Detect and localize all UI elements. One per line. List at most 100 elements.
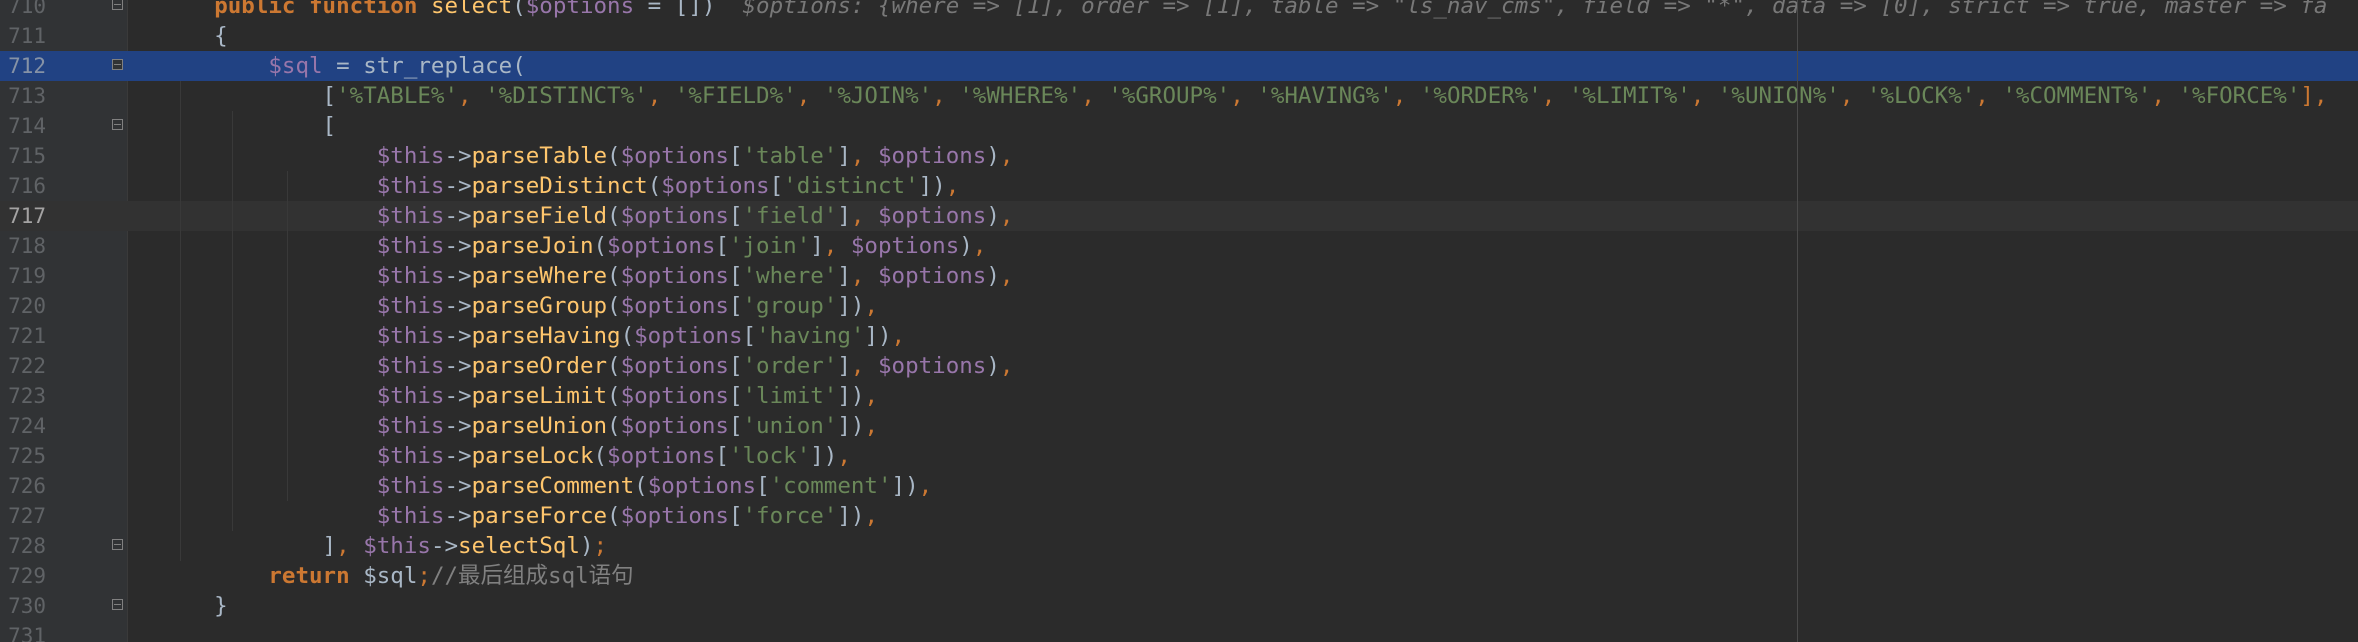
code-token: ], — [2300, 83, 2328, 109]
code-token: parseGroup — [471, 293, 608, 319]
code-token: [ — [715, 443, 729, 469]
fold-marker-icon[interactable] — [112, 119, 123, 130]
code-token: -> — [444, 263, 472, 289]
code-token: $this — [376, 473, 445, 499]
code-token: , — [918, 473, 933, 499]
code-token: , — [850, 143, 878, 169]
code-token: ]) — [837, 293, 865, 319]
code-line-713[interactable]: 713 ['%TABLE%', '%DISTINCT%', '%FIELD%',… — [0, 81, 2358, 111]
line-number: 714 — [8, 114, 46, 138]
code-line-730[interactable]: 730 } — [0, 591, 2358, 621]
code-token: , — [864, 293, 878, 319]
code-text: { — [160, 21, 228, 51]
code-token: 'having' — [756, 323, 865, 349]
code-line-724[interactable]: 724 $this->parseUnion($options['union'])… — [0, 411, 2358, 441]
code-token: ( — [607, 263, 621, 289]
line-number: 710 — [8, 0, 46, 18]
code-text: $this->parseUnion($options['union']), — [160, 411, 878, 441]
code-token: ; — [593, 533, 608, 559]
code-line-725[interactable]: 725 $this->parseLock($options['lock']), — [0, 441, 2358, 471]
code-token: $this — [376, 143, 445, 169]
code-text: $this->parseLimit($options['limit']), — [160, 381, 878, 411]
code-line-714[interactable]: 714 [ — [0, 111, 2358, 141]
code-line-718[interactable]: 718 $this->parseJoin($options['join'], $… — [0, 231, 2358, 261]
line-number: 722 — [8, 354, 46, 378]
code-token: 'field' — [742, 203, 838, 229]
code-line-722[interactable]: 722 $this->parseOrder($options['order'],… — [0, 351, 2358, 381]
code-token: -> — [444, 473, 472, 499]
fold-marker-icon[interactable] — [112, 0, 123, 10]
code-text: ['%TABLE%', '%DISTINCT%', '%FIELD%', '%J… — [160, 81, 2328, 111]
code-token: -> — [444, 323, 472, 349]
code-line-715[interactable]: 715 $this->parseTable($options['table'],… — [0, 141, 2358, 171]
code-text: $this->parseLock($options['lock']), — [160, 441, 851, 471]
code-token: [ — [715, 233, 729, 259]
code-token: 'limit' — [742, 383, 838, 409]
code-token: $options — [620, 503, 729, 529]
code-token: ) — [959, 233, 973, 259]
indent-guide — [232, 111, 233, 531]
code-text: $this->parseField($options['field'], $op… — [160, 201, 1014, 231]
code-line-716[interactable]: 716 $this->parseDistinct($options['disti… — [0, 171, 2358, 201]
code-token: $options — [607, 233, 716, 259]
code-line-723[interactable]: 723 $this->parseLimit($options['limit'])… — [0, 381, 2358, 411]
code-line-710[interactable]: 710 public function select($options = []… — [0, 0, 2358, 21]
code-token: ]) — [810, 443, 838, 469]
line-number: 728 — [8, 534, 46, 558]
code-token: 'distinct' — [783, 173, 919, 199]
code-text: [ — [160, 111, 337, 141]
code-token: $options — [877, 203, 987, 229]
code-line-726[interactable]: 726 $this->parseComment($options['commen… — [0, 471, 2358, 501]
code-token: [ — [728, 293, 743, 319]
code-token: $options — [850, 233, 960, 259]
code-token: ( — [634, 473, 648, 499]
code-token: $this — [376, 323, 445, 349]
code-text: $this->parseGroup($options['group']), — [160, 291, 878, 321]
code-token: parseComment — [471, 473, 635, 499]
code-token: 'lock' — [728, 443, 811, 469]
code-line-728[interactable]: 728 ], $this->selectSql); — [0, 531, 2358, 561]
code-text: $this->parseHaving($options['having']), — [160, 321, 905, 351]
code-line-711[interactable]: 711 { — [0, 21, 2358, 51]
code-line-727[interactable]: 727 $this->parseForce($options['force'])… — [0, 501, 2358, 531]
code-line-721[interactable]: 721 $this->parseHaving($options['having'… — [0, 321, 2358, 351]
code-token: $this — [376, 443, 445, 469]
code-token: , — [999, 203, 1014, 229]
fold-marker-icon[interactable] — [112, 599, 123, 610]
code-line-719[interactable]: 719 $this->parseWhere($options['where'],… — [0, 261, 2358, 291]
code-token: -> — [430, 533, 459, 559]
code-token: ( — [593, 233, 608, 259]
code-token: ( — [607, 353, 621, 379]
code-token: '%WHERE%' — [959, 83, 1082, 109]
fold-marker-icon[interactable] — [112, 59, 123, 70]
code-token: , — [823, 233, 851, 259]
code-token: selectSql — [458, 533, 580, 559]
code-token: , — [1839, 83, 1867, 109]
code-line-720[interactable]: 720 $this->parseGroup($options['group'])… — [0, 291, 2358, 321]
code-token: ) — [986, 143, 1000, 169]
code-token: return — [268, 563, 364, 589]
code-line-731[interactable]: 731 — [0, 621, 2358, 642]
code-token: ( — [647, 173, 662, 199]
code-line-729[interactable]: 729 return $sql;//最后组成sql语句 — [0, 561, 2358, 591]
line-number: 727 — [8, 504, 46, 528]
code-token: $options — [607, 443, 716, 469]
code-line-717[interactable]: 717 $this->parseField($options['field'],… — [0, 201, 2358, 231]
line-number: 731 — [8, 624, 46, 642]
fold-marker-icon[interactable] — [112, 539, 123, 550]
code-token: , — [891, 323, 906, 349]
code-line-712[interactable]: 712 $sql = str_replace( — [0, 51, 2358, 81]
code-token: [ — [756, 473, 770, 499]
code-token: parseTable — [471, 143, 608, 169]
code-token: = []) — [634, 0, 743, 19]
code-editor[interactable]: 710 public function select($options = []… — [0, 0, 2358, 642]
code-token: , — [850, 203, 878, 229]
